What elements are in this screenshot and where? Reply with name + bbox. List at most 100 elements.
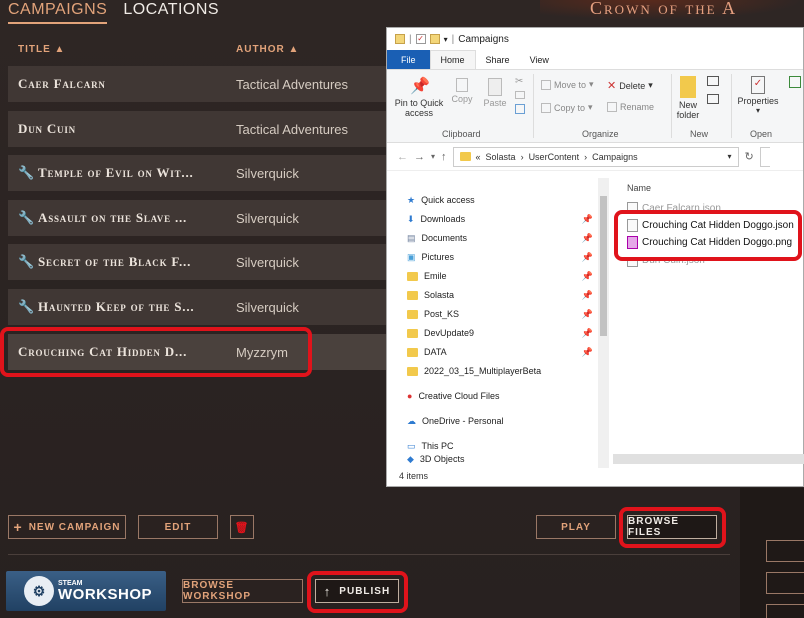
paste-icon xyxy=(488,78,502,96)
nav-item-downloads[interactable]: ⬇ Downloads 📌 xyxy=(407,211,599,227)
campaign-row[interactable]: 🔧 Temple of Evil on Wit... Silverquick xyxy=(8,155,398,191)
chevron-right-icon: › xyxy=(584,151,588,162)
pin-icon: 📌 xyxy=(581,289,593,300)
nav-item-devupdate9[interactable]: DevUpdate9 📌 xyxy=(407,325,599,341)
properties-button[interactable]: ✓ Properties ▾ xyxy=(735,76,781,116)
address-bar-row: ← → ▾ ↑ « Solasta › UserContent › Campai… xyxy=(387,143,803,171)
pin-quick-access-button[interactable]: 📌 Pin to Quick access xyxy=(393,78,445,119)
campaign-author: Silverquick xyxy=(236,299,299,315)
cloud-icon: ● xyxy=(407,391,413,401)
campaign-row[interactable]: 🔧 Assault on the Slave ... Silverquick xyxy=(8,200,398,236)
back-arrow-icon[interactable]: ← xyxy=(397,151,408,163)
wrench-icon: 🔧 xyxy=(18,165,35,180)
quick-access-dropdown-icon[interactable]: ▾ xyxy=(444,35,448,44)
rename-button[interactable]: Rename xyxy=(607,102,654,112)
chevron-down-icon[interactable]: ▾ xyxy=(728,152,732,161)
copy-button[interactable]: Copy xyxy=(449,78,475,104)
properties-icon: ✓ xyxy=(751,76,765,94)
file-item-highlighted[interactable]: Crouching Cat Hidden Doggo.png xyxy=(627,236,792,249)
new-folder-quick-icon[interactable] xyxy=(429,34,440,44)
move-to-button[interactable]: Move to ▾ xyxy=(541,79,594,90)
nav-item-documents[interactable]: ▤ Documents 📌 xyxy=(407,230,599,246)
properties-quick-icon[interactable]: ✓ xyxy=(415,34,426,44)
campaign-title: Temple of Evil on Wit... xyxy=(38,165,194,180)
pin-icon: 📌 xyxy=(581,327,593,338)
pc-icon: ▭ xyxy=(407,440,416,451)
ribbon-tab-share[interactable]: Share xyxy=(476,50,520,69)
copy-icon xyxy=(456,78,468,92)
tab-campaigns[interactable]: CAMPAIGNS xyxy=(8,0,108,24)
nav-item-quick-access[interactable]: ★ Quick access xyxy=(407,192,599,208)
up-arrow-icon[interactable]: ↑ xyxy=(441,151,447,163)
right-panel-button[interactable] xyxy=(766,540,804,562)
right-panel-button[interactable] xyxy=(766,572,804,594)
organize-group-label: Organize xyxy=(582,129,619,139)
ribbon-tab-file[interactable]: File xyxy=(387,50,430,69)
nav-item-solasta[interactable]: Solasta 📌 xyxy=(407,287,599,303)
copy-path-icon[interactable] xyxy=(515,91,525,99)
address-bar[interactable]: « Solasta › UserContent › Campaigns ▾ xyxy=(452,146,739,167)
campaign-row[interactable]: Dun Cuin Tactical Adventures xyxy=(8,111,398,147)
play-button[interactable]: PLAY xyxy=(536,515,616,539)
ribbon: 📌 Pin to Quick access Copy Paste ✂ Clipb… xyxy=(387,70,803,143)
column-header-name[interactable]: Name xyxy=(627,183,651,193)
ribbon-tabs: File Home Share View xyxy=(387,50,803,70)
nav-item-multiplayer-beta[interactable]: 2022_03_15_MultiplayerBeta xyxy=(407,363,599,379)
wrench-icon: 🔧 xyxy=(18,210,35,225)
nav-item-post-ks[interactable]: Post_KS 📌 xyxy=(407,306,599,322)
nav-item-3d-objects[interactable]: ◆ 3D Objects xyxy=(407,454,599,464)
ribbon-divider xyxy=(731,74,732,138)
nav-item-creative-cloud[interactable]: ● Creative Cloud Files xyxy=(407,388,599,404)
delete-button[interactable]: 🗑 xyxy=(230,515,254,539)
pin-icon: 📌 xyxy=(581,346,593,357)
recent-dropdown-icon[interactable]: ▾ xyxy=(431,152,435,161)
ribbon-divider xyxy=(671,74,672,138)
ribbon-tab-view[interactable]: View xyxy=(520,50,559,69)
new-item-icon[interactable] xyxy=(707,76,719,86)
breadcrumb-usercontent[interactable]: UserContent xyxy=(529,152,580,162)
column-header-author[interactable]: AUTHOR ▲ xyxy=(236,44,299,55)
column-header-title[interactable]: TITLE ▲ xyxy=(18,44,65,55)
right-panel-button[interactable] xyxy=(766,604,804,618)
file-hscrollbar[interactable] xyxy=(613,454,804,464)
edit-button[interactable]: EDIT xyxy=(138,515,218,539)
delete-button[interactable]: ✕ Delete ▾ xyxy=(607,79,653,92)
forward-arrow-icon[interactable]: → xyxy=(414,151,425,163)
campaign-author: Tactical Adventures xyxy=(236,76,349,92)
nav-item-this-pc[interactable]: ▭ This PC xyxy=(407,438,599,454)
easy-access-icon[interactable] xyxy=(707,94,719,104)
file-item-highlighted[interactable]: Crouching Cat Hidden Doggo.json xyxy=(627,219,794,232)
campaign-row[interactable]: 🔧 Haunted Keep of the S... Silverquick xyxy=(8,289,398,325)
breadcrumb-solasta[interactable]: Solasta xyxy=(486,152,516,162)
nav-item-data[interactable]: DATA 📌 xyxy=(407,344,599,360)
campaign-row[interactable]: Caer Falcarn Tactical Adventures xyxy=(8,66,398,102)
campaign-row[interactable]: 🔧 Secret of the Black F... Silverquick xyxy=(8,244,398,280)
paste-shortcut-icon[interactable] xyxy=(515,104,525,114)
refresh-icon[interactable]: ↻ xyxy=(745,150,754,163)
nav-item-onedrive[interactable]: ☁ OneDrive - Personal xyxy=(407,413,599,429)
nav-item-pictures[interactable]: ▣ Pictures 📌 xyxy=(407,249,599,265)
cut-icon[interactable]: ✂ xyxy=(515,76,523,87)
new-campaign-button[interactable]: + NEW CAMPAIGN xyxy=(8,515,126,539)
breadcrumb-campaigns[interactable]: Campaigns xyxy=(592,152,638,162)
campaign-title: Haunted Keep of the S... xyxy=(38,299,195,314)
campaign-author: Silverquick xyxy=(236,165,299,181)
window-title: Campaigns xyxy=(458,33,509,45)
browse-workshop-button[interactable]: BROWSE WORKSHOP xyxy=(182,579,303,603)
tab-locations[interactable]: LOCATIONS xyxy=(123,0,219,28)
cloud-icon: ☁ xyxy=(407,415,416,426)
ribbon-tab-home[interactable]: Home xyxy=(429,50,476,69)
paste-button[interactable]: Paste xyxy=(481,78,509,108)
nav-scrollbar-thumb[interactable] xyxy=(600,196,607,336)
open-icon[interactable] xyxy=(789,76,801,88)
folder-icon xyxy=(407,366,418,376)
navigation-pane: ★ Quick access ⬇ Downloads 📌 ▤ Documents… xyxy=(387,188,607,464)
new-folder-button[interactable]: New folder xyxy=(673,76,703,121)
highlight-box-browse-files xyxy=(619,507,726,548)
nav-item-emile[interactable]: Emile 📌 xyxy=(407,268,599,284)
wrench-icon: 🔧 xyxy=(18,299,35,314)
campaign-title: Assault on the Slave ... xyxy=(38,210,188,225)
search-input[interactable] xyxy=(759,146,770,167)
browse-workshop-label: BROWSE WORKSHOP xyxy=(183,580,251,602)
copy-to-button[interactable]: Copy to ▾ xyxy=(541,102,593,113)
